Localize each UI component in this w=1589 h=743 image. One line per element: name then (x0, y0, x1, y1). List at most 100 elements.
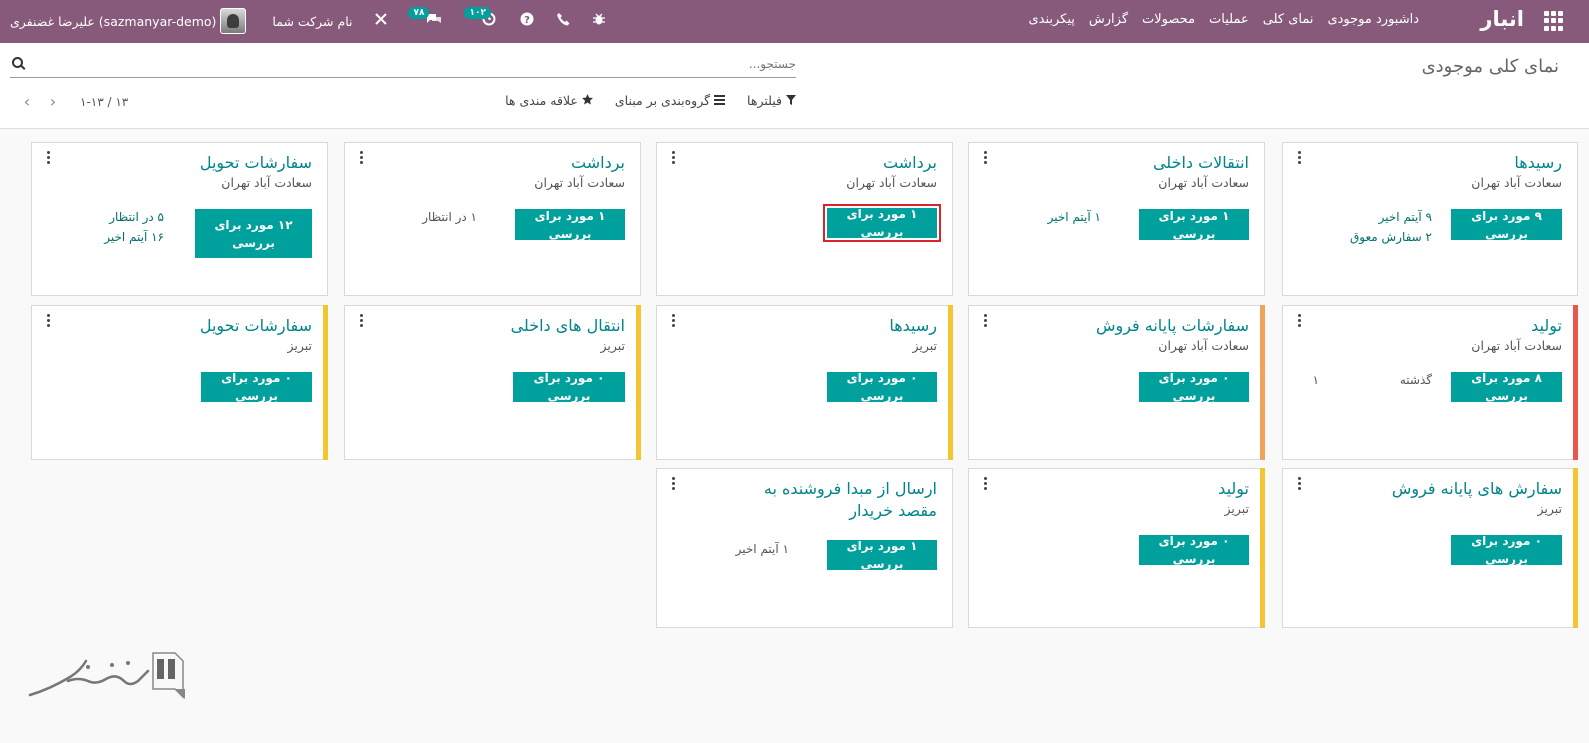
card-title[interactable]: رسیدها (1322, 152, 1562, 174)
picking-card-pos-tabriz[interactable]: سفارش های پایانه فروش تبریز ۰ مورد برای … (1282, 468, 1578, 628)
picking-card-receipts-tehran[interactable]: رسیدها سعادت آباد تهران ۹ مورد برای بررس… (1282, 142, 1578, 296)
kebab-icon[interactable] (671, 151, 675, 166)
card-title[interactable]: برداشت (697, 152, 937, 174)
card-title[interactable]: سفارشات تحویل (72, 315, 312, 337)
picking-card-manufacturing-tabriz[interactable]: تولید تبریز ۰ مورد برای بررسی (968, 468, 1265, 628)
search-bar (10, 52, 796, 78)
kebab-icon[interactable] (46, 314, 50, 329)
to-process-button[interactable]: ۱ مورد برای بررسی (827, 539, 937, 571)
card-stat-late[interactable]: ۹ آیتم اخیر (1379, 207, 1432, 227)
kebab-icon[interactable] (1297, 477, 1301, 492)
color-stripe (1573, 305, 1578, 460)
to-process-button[interactable]: ۹ مورد برای بررسی (1451, 209, 1562, 241)
to-process-button[interactable]: ۱ مورد برای بررسی (515, 209, 625, 241)
to-process-button[interactable]: ۱ مورد برای بررسی (1139, 209, 1249, 241)
card-stat-late[interactable]: ۱ آیتم اخیر (1048, 207, 1101, 227)
to-process-button[interactable]: ۰ مورد برای بررسی (1139, 371, 1249, 403)
kebab-icon[interactable] (359, 151, 363, 166)
phone-icon[interactable] (556, 12, 570, 30)
clock-icon[interactable]: ۱۰۲ (464, 7, 496, 30)
card-title[interactable]: برداشت (385, 152, 625, 174)
picking-card-delivery-tehran[interactable]: سفارشات تحویل سعادت آباد تهران ۱۲ مورد ب… (31, 142, 328, 296)
picking-card-pos-tehran[interactable]: سفارشات پایانه فروش سعادت آباد تهران ۰ م… (968, 305, 1265, 460)
to-process-button[interactable]: ۱۲ مورد برای بررسی (195, 209, 312, 258)
pager-value[interactable]: ۱-۱۳ / ۱۳ (80, 95, 128, 109)
to-process-button[interactable]: ۰ مورد برای بررسی (1139, 534, 1249, 566)
card-title[interactable]: انتقالات داخلی (1009, 152, 1249, 174)
color-stripe (323, 305, 328, 460)
svg-text:?: ? (525, 15, 531, 26)
search-input[interactable] (10, 52, 796, 76)
card-title[interactable]: تولید (1322, 315, 1562, 337)
card-stat-late[interactable]: ۱ آیتم اخیر (736, 539, 789, 559)
messages-badge: ۷۸ (408, 7, 430, 19)
kebab-icon[interactable] (983, 151, 987, 166)
apps-grid-icon[interactable] (1543, 11, 1563, 31)
card-title[interactable]: سفارش های پایانه فروش (1322, 478, 1562, 500)
kebab-icon[interactable] (983, 477, 987, 492)
card-subtitle: تبریز (1537, 501, 1562, 516)
kebab-icon[interactable] (359, 314, 363, 329)
kebab-icon[interactable] (671, 314, 675, 329)
chevron-right-icon[interactable]: › (44, 92, 62, 111)
to-process-button[interactable]: ۱ مورد برای بررسی (823, 204, 941, 242)
picking-card-internal-tehran[interactable]: انتقالات داخلی سعادت آباد تهران ۱ مورد ب… (968, 142, 1265, 296)
card-stat-late[interactable]: ۱۶ آیتم اخیر (104, 227, 164, 247)
card-subtitle: تبریز (912, 338, 937, 353)
bug-icon[interactable] (592, 12, 606, 30)
menu-item-configuration[interactable]: پیکربندی (1028, 12, 1074, 27)
picking-card-dropship[interactable]: ارسال از مبدا فروشنده به مقصد خریدار ۱ م… (656, 468, 953, 628)
groupby-button[interactable]: گروه‌بندی بر مبنای (614, 93, 726, 108)
card-stat-value: ۱ (1312, 373, 1319, 387)
card-title[interactable]: انتقال های داخلی (385, 315, 625, 337)
to-process-button[interactable]: ۰ مورد برای بررسی (1451, 534, 1562, 566)
kebab-icon[interactable] (1297, 151, 1301, 166)
picking-card-internal-tabriz[interactable]: انتقال های داخلی تبریز ۰ مورد برای بررسی (344, 305, 641, 460)
card-subtitle: سعادت آباد تهران (1471, 338, 1562, 353)
to-process-button[interactable]: ۰ مورد برای بررسی (513, 371, 625, 403)
favorites-button[interactable]: علاقه مندی ها (505, 93, 593, 108)
card-title[interactable]: ارسال از مبدا فروشنده به مقصد خریدار (722, 478, 937, 522)
search-icon[interactable] (12, 57, 23, 68)
chat-icon[interactable]: ۷۸ (408, 7, 442, 30)
groupby-label: گروه‌بندی بر مبنای (614, 93, 711, 108)
card-stat-backorders[interactable]: ۲ سفارش معوق (1350, 227, 1432, 247)
color-stripe (1573, 468, 1578, 628)
card-stat-waiting[interactable]: ۱ در انتظار (422, 207, 477, 227)
app-brand[interactable]: انبار (1480, 7, 1524, 31)
card-stat-waiting[interactable]: ۵ در انتظار (109, 207, 164, 227)
help-icon[interactable]: ? (520, 12, 534, 30)
menu-item-reporting[interactable]: گزارش (1089, 12, 1128, 27)
kebab-icon[interactable] (983, 314, 987, 329)
menu-item-products[interactable]: محصولات (1142, 12, 1195, 27)
card-subtitle: سعادت آباد تهران (1471, 175, 1562, 190)
menu-item-dashboard[interactable]: داشبورد موجودی (1327, 12, 1419, 27)
menu-item-operations[interactable]: عملیات (1209, 12, 1249, 27)
card-title[interactable]: تولید (1009, 478, 1249, 500)
filters-button[interactable]: فیلترها (747, 93, 796, 108)
kebab-icon[interactable] (46, 151, 50, 166)
kebab-icon[interactable] (1297, 314, 1301, 329)
card-subtitle: تبریز (287, 338, 312, 353)
kebab-icon[interactable] (671, 477, 675, 492)
to-process-button[interactable]: ۸ مورد برای بررسی (1451, 371, 1562, 403)
to-process-button[interactable]: ۰ مورد برای بررسی (201, 371, 312, 403)
star-icon (581, 94, 593, 105)
tools-icon[interactable] (374, 12, 388, 30)
filters-label: فیلترها (747, 93, 783, 108)
card-title[interactable]: سفارشات پایانه فروش (1009, 315, 1249, 337)
systray: علیرضا غضنفری (sazmanyar-demo) نام شرکت … (10, 6, 606, 36)
company-switcher[interactable]: نام شرکت شما (272, 14, 352, 29)
picking-card-delivery-tabriz[interactable]: سفارشات تحویل تبریز ۰ مورد برای بررسی (31, 305, 328, 460)
to-process-button[interactable]: ۰ مورد برای بررسی (827, 371, 937, 403)
chevron-left-icon[interactable]: ‹ (18, 92, 36, 111)
card-title[interactable]: رسیدها (697, 315, 937, 337)
picking-card-receipts-tabriz[interactable]: رسیدها تبریز ۰ مورد برای بررسی (656, 305, 953, 460)
picking-card-pick-tehran-2[interactable]: برداشت سعادت آباد تهران ۱ مورد برای بررس… (344, 142, 641, 296)
menu-item-overview[interactable]: نمای کلی (1263, 12, 1314, 27)
picking-card-pick-tehran[interactable]: برداشت سعادت آباد تهران ۱ مورد برای بررس… (656, 142, 953, 296)
picking-card-manufacturing-tehran[interactable]: تولید سعادت آباد تهران ۸ مورد برای بررسی… (1282, 305, 1578, 460)
favorites-label: علاقه مندی ها (505, 93, 578, 108)
card-title[interactable]: سفارشات تحویل (72, 152, 312, 174)
user-menu[interactable]: علیرضا غضنفری (sazmanyar-demo) (10, 8, 247, 34)
